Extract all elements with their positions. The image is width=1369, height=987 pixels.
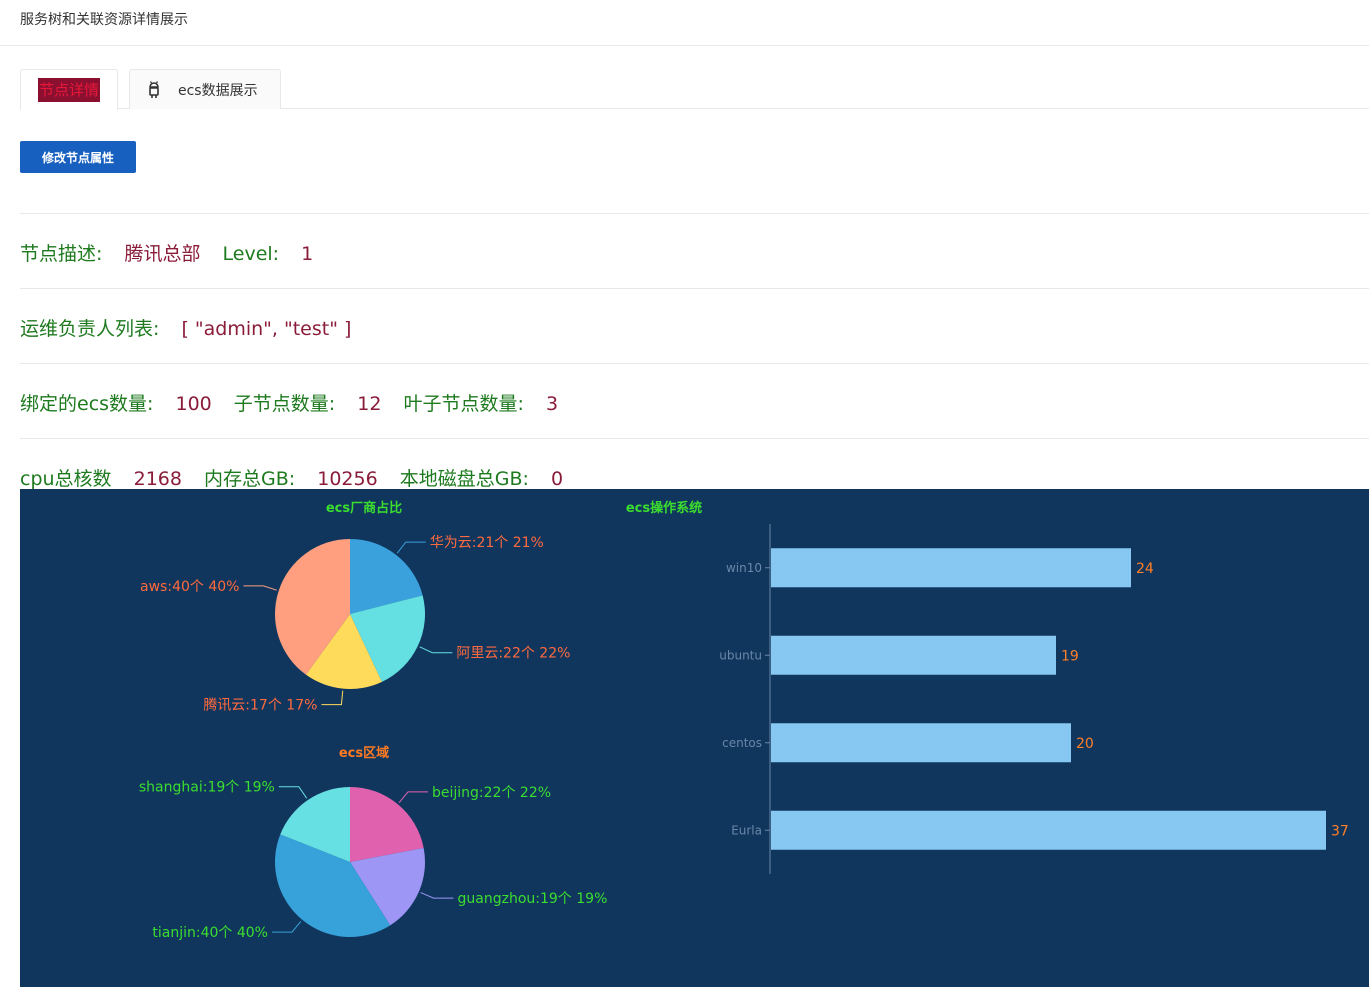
resources-row: cpu总核数 2168 内存总GB: 10256 本地磁盘总GB: 0 <box>20 464 563 491</box>
divider <box>20 438 1369 439</box>
os-bar-category-win10: win10 <box>726 561 762 575</box>
vendor-pie-label-阿里云: 阿里云:22个 22% <box>456 646 570 662</box>
page-header: 服务树和关联资源详情展示 <box>0 0 1369 46</box>
region-pie-leader-beijing <box>398 791 429 803</box>
owners-row: 运维负责人列表: [ "admin", "test" ] <box>20 314 351 341</box>
tab-ecs-data[interactable]: ecs数据展示 <box>129 69 281 109</box>
tab-node-details-label: 节点详情 <box>37 78 100 102</box>
vendor-pie-leader-华为云 <box>396 541 426 554</box>
region-pie-label-beijing: beijing:22个 22% <box>432 785 551 801</box>
cpu-label: cpu总核数 <box>20 468 112 490</box>
tab-ecs-data-label: ecs数据展示 <box>178 82 258 99</box>
page-title: 服务树和关联资源详情展示 <box>20 12 188 28</box>
children-count-label: 子节点数量: <box>233 393 336 415</box>
level-label: Level: <box>222 243 280 265</box>
region-pie-leader-shanghai <box>278 786 308 799</box>
cpu-value: 2168 <box>133 468 182 490</box>
os-bar-win10 <box>771 548 1131 588</box>
edit-node-attributes-button[interactable]: 修改节点属性 <box>20 141 136 173</box>
owners-label: 运维负责人列表: <box>20 318 160 340</box>
memory-value: 10256 <box>317 468 378 490</box>
ecs-count-value: 100 <box>175 393 212 415</box>
region-pie-label-tianjin: tianjin:40个 40% <box>152 925 268 941</box>
os-bar-centos <box>771 723 1071 763</box>
os-bar-value-win10: 24 <box>1136 561 1154 577</box>
disk-label: 本地磁盘总GB: <box>399 468 529 490</box>
leaf-count-value: 3 <box>545 393 559 415</box>
divider <box>20 288 1369 289</box>
disk-value: 0 <box>550 468 564 490</box>
level-value: 1 <box>301 243 314 265</box>
tab-bar: 节点详情 ecs数据展示 <box>20 69 1369 110</box>
divider <box>20 213 1369 214</box>
node-description-row: 节点描述: 腾讯总部 Level: 1 <box>20 239 313 266</box>
node-desc-value: 腾讯总部 <box>124 243 201 265</box>
vendor-pie-leader-aws <box>243 585 277 591</box>
divider <box>20 363 1369 364</box>
leaf-count-label: 叶子节点数量: <box>403 393 524 415</box>
os-bar-value-centos: 20 <box>1076 736 1094 752</box>
memory-label: 内存总GB: <box>204 468 296 490</box>
region-pie-label-shanghai: shanghai:19个 19% <box>139 780 275 796</box>
os-bar-category-centos: centos <box>722 736 762 750</box>
owners-value: [ "admin", "test" ] <box>181 318 352 340</box>
os-bar-value-Eurla: 37 <box>1331 823 1349 839</box>
region-pie-title: ecs区域 <box>339 745 389 761</box>
vendor-pie-label-腾讯云: 腾讯云:17个 17% <box>203 697 317 714</box>
vendor-pie-leader-阿里云 <box>419 646 453 654</box>
os-bar-Eurla <box>771 810 1326 850</box>
vendor-pie-leader-腾讯云 <box>321 690 344 706</box>
os-bar-value-ubuntu: 19 <box>1061 648 1079 664</box>
os-bar-title: ecs操作系统 <box>626 500 702 516</box>
os-bar-ubuntu <box>771 635 1056 675</box>
ecs-count-label: 绑定的ecs数量: <box>20 393 154 415</box>
vendor-pie-title: ecs厂商占比 <box>326 500 402 516</box>
tab-node-details[interactable]: 节点详情 <box>20 69 118 110</box>
os-bar-category-Eurla: Eurla <box>731 823 762 837</box>
region-pie-label-guangzhou: guangzhou:19个 19% <box>458 891 608 907</box>
ecs-charts-panel: ecs厂商占比华为云:21个 21% 阿里云:22个 22% 腾讯云:17个 17%… <box>20 489 1369 987</box>
children-count-value: 12 <box>357 393 382 415</box>
node-desc-label: 节点描述: <box>20 243 103 265</box>
region-pie-leader-tianjin <box>271 921 302 933</box>
counts-row: 绑定的ecs数量: 100 子节点数量: 12 叶子节点数量: 3 <box>20 389 558 416</box>
vendor-pie-label-华为云: 华为云:21个 21% <box>430 535 544 551</box>
charts-canvas: ecs厂商占比华为云:21个 21% 阿里云:22个 22% 腾讯云:17个 17%… <box>139 500 1349 941</box>
vendor-pie-label-aws: aws:40个 40% <box>140 579 239 595</box>
os-bar-category-ubuntu: ubuntu <box>719 648 762 662</box>
android-icon <box>149 80 159 98</box>
region-pie-leader-guangzhou <box>420 892 454 899</box>
